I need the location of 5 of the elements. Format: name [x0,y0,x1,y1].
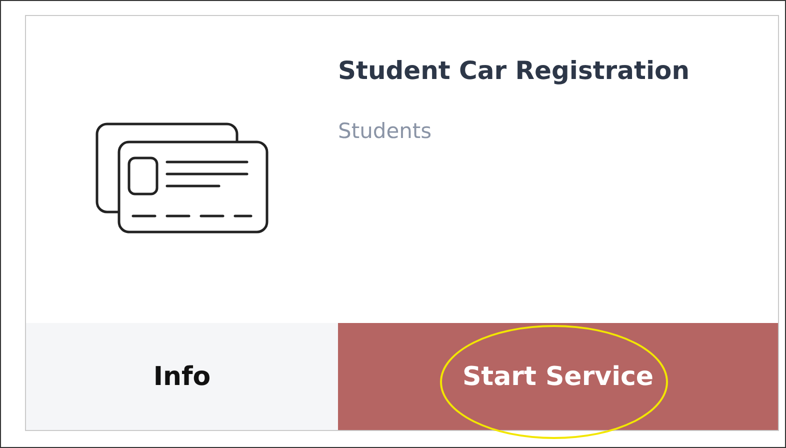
service-title: Student Car Registration [338,56,690,85]
start-button[interactable]: Start Service [338,323,778,430]
info-button[interactable]: Info [26,323,338,430]
id-cards-icon [95,122,269,234]
service-category: Students [338,119,433,143]
